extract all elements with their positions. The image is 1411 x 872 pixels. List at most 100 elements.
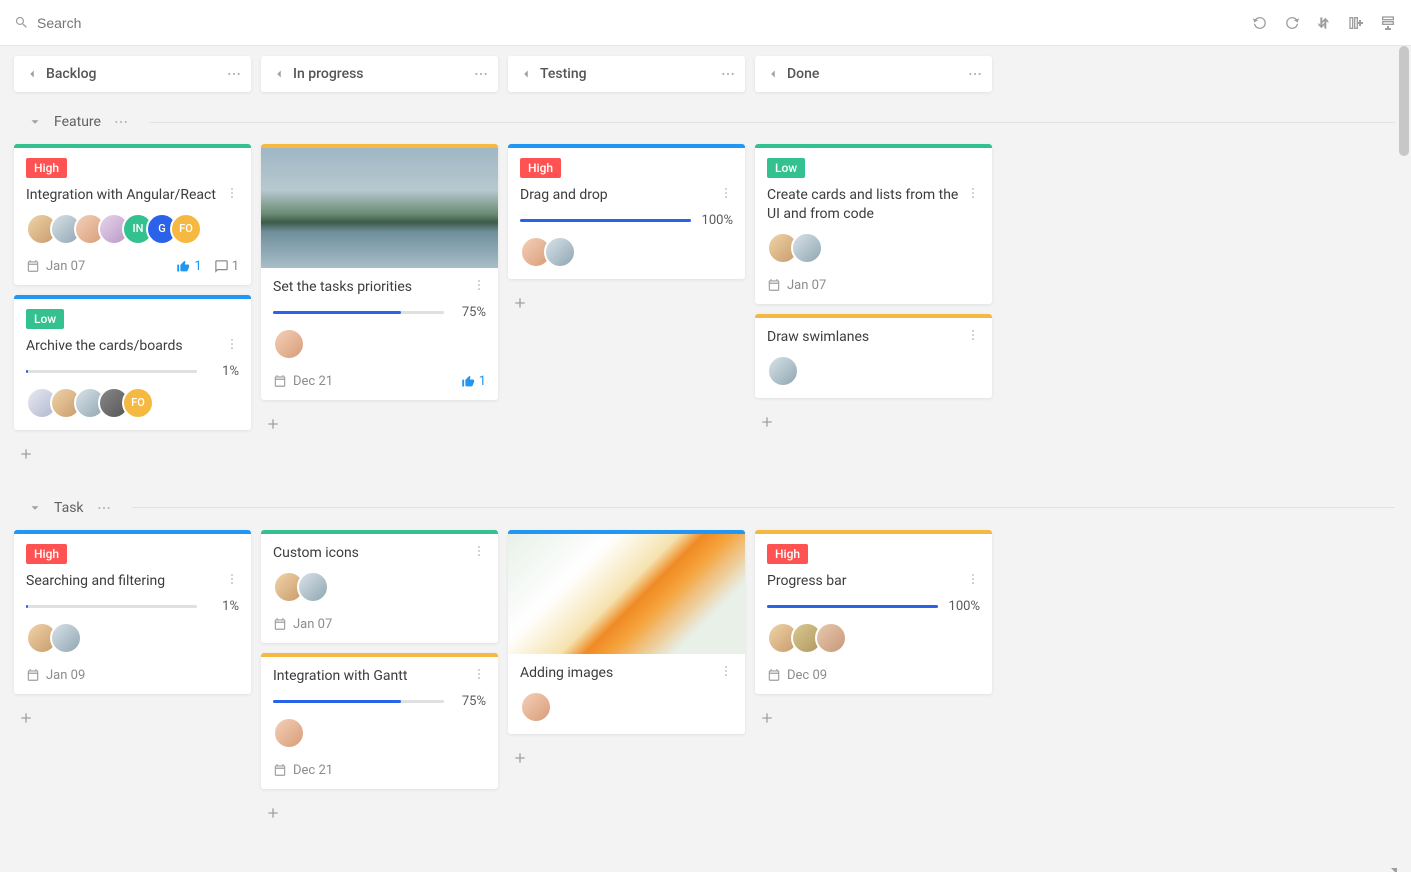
column-body: HighIntegration with Angular/ReactINGFOJ… <box>14 144 251 466</box>
kanban-card[interactable]: LowArchive the cards/boards1%FO <box>14 295 251 430</box>
swimlane-menu-icon[interactable] <box>113 114 129 130</box>
card-menu-icon[interactable] <box>466 278 486 292</box>
add-card-button[interactable] <box>261 412 285 436</box>
card-menu-icon[interactable] <box>219 337 239 351</box>
card-title: Integration with Gantt <box>273 667 466 686</box>
avatar[interactable]: FO <box>122 387 154 419</box>
chevron-left-icon[interactable] <box>265 67 293 81</box>
column-header[interactable]: Backlog <box>14 56 251 92</box>
kanban-card[interactable]: Integration with Gantt 75% Dec 21 <box>261 653 498 789</box>
column-menu-icon[interactable] <box>221 66 247 82</box>
card-menu-icon[interactable] <box>466 544 486 558</box>
assignees <box>767 232 980 264</box>
avatar[interactable] <box>791 232 823 264</box>
avatar[interactable]: FO <box>170 213 202 245</box>
redo-icon[interactable] <box>1283 14 1301 32</box>
progress-percent: 75% <box>452 305 486 320</box>
assignees <box>273 571 486 603</box>
add-card-button[interactable] <box>261 801 285 825</box>
kanban-card[interactable]: Custom iconsJan 07 <box>261 530 498 643</box>
column-title: Backlog <box>46 66 221 82</box>
avatar[interactable] <box>544 236 576 268</box>
card-menu-icon[interactable] <box>713 186 733 200</box>
avatar[interactable] <box>273 328 305 360</box>
avatar[interactable] <box>767 355 799 387</box>
kanban-card[interactable]: Adding images <box>508 530 745 734</box>
kanban-card[interactable]: HighDrag and drop100% <box>508 144 745 279</box>
column-body: LowCreate cards and lists from the UI an… <box>755 144 992 434</box>
column-header[interactable]: In progress <box>261 56 498 92</box>
column-header[interactable]: Done <box>755 56 992 92</box>
kanban-card[interactable]: Set the tasks priorities75%Dec 211 <box>261 144 498 400</box>
add-card-button[interactable] <box>508 291 532 315</box>
add-card-button[interactable] <box>14 442 38 466</box>
card-title: Archive the cards/boards <box>26 337 219 356</box>
chevron-down-icon[interactable] <box>28 115 42 129</box>
assignees <box>26 622 239 654</box>
kanban-card[interactable]: Draw swimlanes <box>755 314 992 398</box>
column-menu-icon[interactable] <box>468 66 494 82</box>
card-menu-icon[interactable] <box>466 667 486 681</box>
swimlane-title: Task <box>54 500 84 516</box>
column-body: Set the tasks priorities75%Dec 211 <box>261 144 498 436</box>
card-menu-icon[interactable] <box>960 572 980 586</box>
card-menu-icon[interactable] <box>713 664 733 678</box>
assignees <box>767 622 980 654</box>
column-title: In progress <box>293 66 468 82</box>
avatar[interactable] <box>297 571 329 603</box>
avatar[interactable] <box>815 622 847 654</box>
column-header[interactable]: Testing <box>508 56 745 92</box>
chevron-left-icon[interactable] <box>759 67 787 81</box>
chevron-down-icon[interactable] <box>28 501 42 515</box>
avatar[interactable] <box>273 717 305 749</box>
card-menu-icon[interactable] <box>960 186 980 200</box>
like-button[interactable]: 1 <box>176 259 201 274</box>
like-button[interactable]: 1 <box>461 374 486 389</box>
divider <box>149 122 1397 123</box>
add-card-button[interactable] <box>508 746 532 770</box>
column-body: HighSearching and filtering1%Jan 09 <box>14 530 251 730</box>
swimlane-header: Task <box>14 494 1397 522</box>
avatar[interactable] <box>50 622 82 654</box>
kanban-card[interactable]: HighProgress bar100%Dec 09 <box>755 530 992 694</box>
horizontal-scrollbar[interactable] <box>0 856 1395 872</box>
progress-percent: 100% <box>699 213 733 228</box>
chevron-left-icon[interactable] <box>18 67 46 81</box>
due-date: Dec 21 <box>273 763 333 778</box>
chevron-left-icon[interactable] <box>512 67 540 81</box>
toolbar-actions <box>1251 14 1397 32</box>
progress-bar: 100% <box>520 213 733 228</box>
search-input[interactable] <box>37 15 257 31</box>
kanban-card[interactable]: HighIntegration with Angular/ReactINGFOJ… <box>14 144 251 285</box>
priority-tag: High <box>26 158 67 178</box>
card-menu-icon[interactable] <box>960 328 980 342</box>
priority-tag: High <box>26 544 67 564</box>
add-card-button[interactable] <box>755 706 779 730</box>
progress-bar: 1% <box>26 599 239 614</box>
add-column-icon[interactable] <box>1347 14 1365 32</box>
comment-button[interactable]: 1 <box>214 259 239 274</box>
card-menu-icon[interactable] <box>219 186 239 200</box>
card-title: Adding images <box>520 664 713 683</box>
card-menu-icon[interactable] <box>219 572 239 586</box>
column-body: HighProgress bar100%Dec 09 <box>755 530 992 730</box>
avatar[interactable] <box>520 691 552 723</box>
assignees <box>767 355 980 387</box>
add-card-button[interactable] <box>755 410 779 434</box>
progress-bar: 75% <box>273 694 486 709</box>
vertical-scrollbar[interactable] <box>1395 46 1411 856</box>
add-card-button[interactable] <box>14 706 38 730</box>
add-row-icon[interactable] <box>1379 14 1397 32</box>
swimlane-menu-icon[interactable] <box>96 500 112 516</box>
toolbar <box>0 0 1411 46</box>
due-date: Jan 07 <box>273 617 332 632</box>
kanban-card[interactable]: LowCreate cards and lists from the UI an… <box>755 144 992 304</box>
due-date: Dec 09 <box>767 668 827 683</box>
kanban-card[interactable]: HighSearching and filtering1%Jan 09 <box>14 530 251 694</box>
column-menu-icon[interactable] <box>715 66 741 82</box>
card-cover-image <box>261 148 498 268</box>
column-menu-icon[interactable] <box>962 66 988 82</box>
undo-icon[interactable] <box>1251 14 1269 32</box>
sort-icon[interactable] <box>1315 14 1333 32</box>
card-title: Set the tasks priorities <box>273 278 466 297</box>
